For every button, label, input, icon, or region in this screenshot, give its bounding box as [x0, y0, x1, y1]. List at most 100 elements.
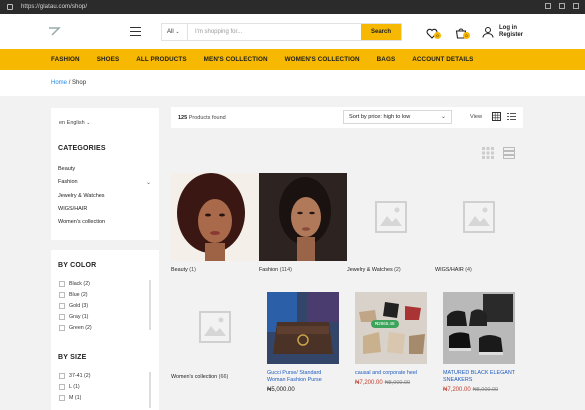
category-label[interactable]: Fashion (114) [259, 267, 347, 273]
nav-item-fashion[interactable]: FASHION [51, 56, 80, 63]
size-filter-item[interactable]: 37-41 (2) [59, 370, 149, 381]
checkbox[interactable] [59, 291, 65, 298]
category-label[interactable]: Beauty (1) [171, 267, 259, 273]
checkbox[interactable] [59, 394, 65, 401]
chevron-down-icon: ⌄ [440, 114, 446, 120]
color-filter-item[interactable]: Blue (2) [59, 289, 149, 300]
price-old: ₦8,000.00 [384, 380, 411, 386]
product-price: ₦7,200.00 ₦8,000.00 [443, 387, 515, 393]
category-image-fashion[interactable] [259, 173, 347, 261]
site-header: All ⌄ I'm shopping for... Search 0 0 Log… [0, 14, 585, 49]
checkbox[interactable] [59, 325, 65, 332]
checkbox[interactable] [59, 372, 65, 379]
search-bar: All ⌄ I'm shopping for... Search [161, 23, 402, 41]
category-tile-beauty[interactable]: Beauty (1) [171, 173, 259, 273]
checkbox[interactable] [59, 280, 65, 287]
filter-label: Blue (2) [69, 291, 88, 298]
categories-title: CATEGORIES [58, 145, 106, 152]
product-card[interactable]: ₦2865.48 causal and corporate heel ₦7,20… [355, 292, 427, 386]
products-count-number: 125 [178, 114, 188, 121]
category-name: Women's collection [171, 374, 218, 380]
color-filter-item[interactable]: Gray (1) [59, 312, 149, 323]
menu-hamburger-icon[interactable] [130, 27, 141, 36]
product-card[interactable]: Gucci Purse/ Standard Woman Fashion Purs… [267, 292, 339, 393]
size-list-scrollbar[interactable] [149, 372, 151, 408]
category-image-placeholder[interactable] [347, 173, 435, 261]
price-current: ₦7,200.00 [355, 380, 383, 386]
layout-toggle-group [482, 147, 515, 159]
color-filter-item[interactable]: Gold (3) [59, 300, 149, 311]
nav-item-account-details[interactable]: ACCOUNT DETAILS [412, 56, 473, 63]
product-title[interactable]: causal and corporate heel [355, 370, 427, 377]
product-card[interactable]: MATURED BLACK ELEGANT SNEAKERS ₦7,200.00… [443, 292, 515, 393]
color-filter-list: Black (2) Blue (2) Gold (3) Gray (1) Gre… [59, 278, 149, 334]
breadcrumb-current: Shop [72, 80, 87, 86]
category-label[interactable]: Women's collection (66) [171, 374, 259, 380]
list-layout-icon[interactable] [503, 147, 515, 159]
grid-layout-icon[interactable] [482, 147, 494, 159]
search-input[interactable]: I'm shopping for... [188, 24, 361, 40]
checkbox[interactable] [59, 302, 65, 309]
product-title[interactable]: Gucci Purse/ Standard Woman Fashion Purs… [267, 370, 339, 384]
price-old: ₦8,000.00 [472, 387, 499, 393]
wishlist-button[interactable]: 0 [426, 26, 441, 39]
category-label[interactable]: WIGS/HAIR (4) [435, 267, 523, 273]
category-item-beauty[interactable]: Beauty [58, 166, 154, 179]
category-tile-fashion[interactable]: Fashion (114) [259, 173, 347, 273]
window-controls [545, 3, 579, 9]
category-tile-womens[interactable]: Women's collection (66) [171, 286, 259, 380]
product-title[interactable]: MATURED BLACK ELEGANT SNEAKERS [443, 370, 515, 384]
category-image-placeholder[interactable] [435, 173, 523, 261]
cart-button[interactable]: 0 [455, 26, 470, 39]
sidebar-categories-panel: en English ⌄ CATEGORIES Beauty Fashion ⌄ … [51, 108, 159, 240]
category-name: WIGS/HAIR [435, 267, 464, 273]
main-nav: FASHION SHOES ALL PRODUCTS MEN'S COLLECT… [0, 49, 585, 70]
category-item-fashion[interactable]: Fashion ⌄ [58, 179, 154, 192]
minimize-icon[interactable] [545, 3, 551, 9]
nav-item-womens-collection[interactable]: WOMEN'S COLLECTION [285, 56, 360, 63]
category-label[interactable]: Jewelry & Watches (2) [347, 267, 435, 273]
category-item-wigs[interactable]: WIGS/HAIR [58, 206, 154, 219]
checkbox[interactable] [59, 383, 65, 390]
color-filter-item[interactable]: Green (2) [59, 323, 149, 334]
size-filter-list: 37-41 (2) L (1) M (1) [59, 370, 149, 404]
size-filter-item[interactable]: M (1) [59, 392, 149, 403]
product-image-sneakers[interactable] [443, 292, 515, 364]
image-placeholder-icon [199, 311, 231, 343]
color-list-scrollbar[interactable] [149, 280, 151, 330]
color-filter-item[interactable]: Black (2) [59, 278, 149, 289]
category-tile-wigs[interactable]: WIGS/HAIR (4) [435, 173, 523, 273]
category-tile-jewelry[interactable]: Jewelry & Watches (2) [347, 173, 435, 273]
search-button[interactable]: Search [361, 24, 401, 40]
list-view-icon[interactable] [507, 112, 516, 121]
chevron-down-icon[interactable]: ⌄ [146, 179, 151, 186]
breadcrumb-home[interactable]: Home [51, 80, 67, 86]
search-category-select[interactable]: All ⌄ [162, 24, 188, 40]
category-item-jewelry[interactable]: Jewelry & Watches [58, 193, 154, 206]
filter-label: Gray (1) [69, 314, 89, 321]
nav-item-bags[interactable]: BAGS [377, 56, 396, 63]
product-image-heels[interactable]: ₦2865.48 [355, 292, 427, 364]
size-filter-item[interactable]: L (1) [59, 381, 149, 392]
grid-view-icon[interactable] [492, 112, 501, 121]
login-register-link[interactable]: Log in Register [482, 25, 523, 39]
nav-item-shoes[interactable]: SHOES [97, 56, 120, 63]
category-item-womens[interactable]: Women's collection [58, 219, 154, 232]
close-icon[interactable] [573, 3, 579, 9]
category-count: (114) [279, 267, 292, 273]
checkbox[interactable] [59, 314, 65, 321]
filter-label: 37-41 (2) [69, 372, 91, 379]
maximize-icon[interactable] [559, 3, 565, 9]
sidebar-filters-panel: BY COLOR Black (2) Blue (2) Gold (3) Gra… [51, 250, 159, 410]
nav-item-all-products[interactable]: ALL PRODUCTS [136, 56, 186, 63]
category-image-placeholder[interactable] [171, 286, 259, 368]
category-image-beauty[interactable] [171, 173, 259, 261]
sort-select[interactable]: Sort by price: high to low ⌄ [343, 110, 452, 124]
category-count: (1) [189, 267, 196, 273]
product-image-gucci-purse[interactable] [267, 292, 339, 364]
nav-item-mens-collection[interactable]: MEN'S COLLECTION [204, 56, 268, 63]
site-logo[interactable] [47, 25, 61, 37]
url-text[interactable]: https://glatau.com/shop/ [21, 4, 87, 10]
browser-address-bar: https://glatau.com/shop/ [0, 0, 585, 14]
language-selector[interactable]: en English ⌄ [59, 120, 90, 126]
